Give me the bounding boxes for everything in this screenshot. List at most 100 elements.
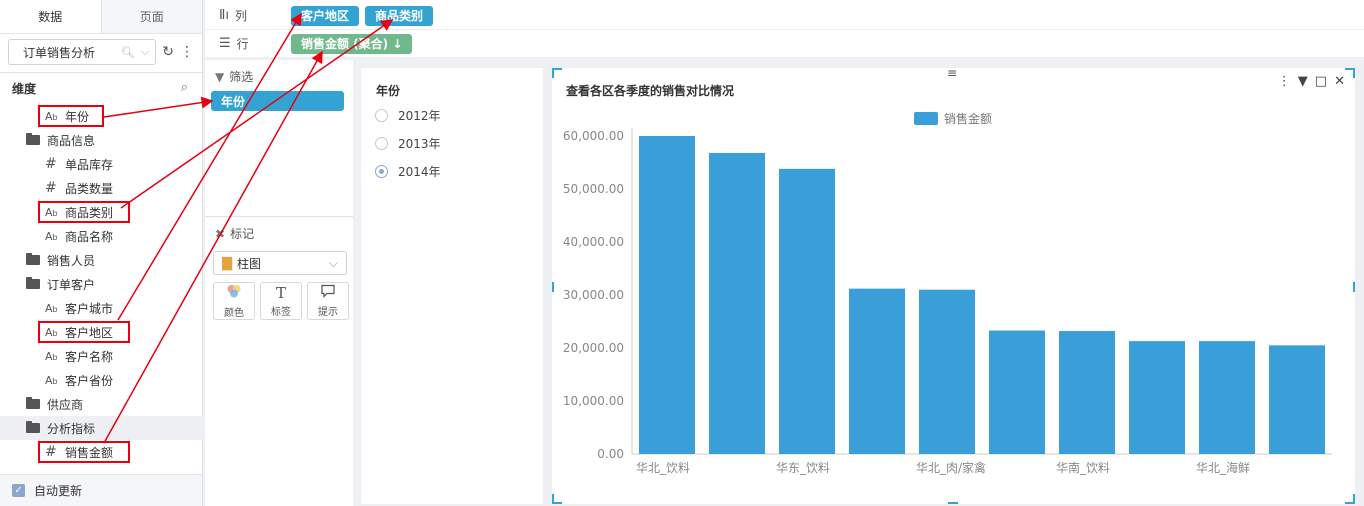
field-item[interactable]: Ab 客户省份 [0, 368, 203, 392]
radio-icon[interactable] [375, 136, 388, 150]
field-item[interactable]: Ab 客户城市 [0, 296, 203, 320]
dataset-select[interactable]: 订单销售分析 🔍︎ ⌵ [8, 39, 157, 65]
rows-icon: ☰ [219, 36, 231, 51]
text-field-icon: Ab [45, 349, 58, 363]
resize-handle[interactable] [1353, 494, 1355, 504]
folder-icon [26, 133, 40, 145]
text-field-icon: Ab [45, 301, 58, 315]
folder-item[interactable]: 销售人员 [0, 248, 203, 272]
more-icon[interactable]: ⋮ [180, 44, 194, 60]
legend-label: 销售金额 [944, 111, 992, 126]
field-label: 客户城市 [65, 301, 114, 316]
rows-shelf[interactable]: ☰ 行 销售金额 (聚合) ↓ [205, 30, 1364, 58]
folder-icon [26, 421, 40, 433]
number-field-icon: # [45, 180, 57, 196]
x-tick-label: 华北_肉/家禽 [916, 460, 986, 475]
row-pill-sales[interactable]: 销售金额 (聚合) ↓ [291, 33, 413, 54]
filter-pill-year[interactable]: 年份 [211, 91, 344, 111]
chevron-down-icon: ⌵ [328, 255, 338, 270]
resize-handle[interactable] [552, 68, 554, 78]
search-icon[interactable]: ⌕ [181, 80, 188, 97]
field-item[interactable]: Ab 商品名称 [0, 224, 203, 248]
resize-handle[interactable] [552, 494, 554, 504]
bar-chart-icon: ▇ [222, 255, 232, 271]
field-label: 供应商 [47, 397, 84, 412]
checkbox-icon[interactable]: ✓ [12, 484, 25, 497]
y-tick-label: 20,000.00 [563, 341, 624, 355]
mark-buttons: 颜色 T 标签 提示 [213, 282, 349, 320]
year-filter-card: 年份 2012年 2013年 2014年 [361, 68, 543, 504]
dataset-name: 订单销售分析 [23, 45, 96, 60]
tooltip-button[interactable]: 提示 [307, 282, 349, 320]
field-item[interactable]: Ab 商品类别 [0, 200, 203, 224]
field-label: 销售人员 [47, 253, 96, 268]
legend-swatch [914, 112, 938, 125]
column-pill-category[interactable]: 商品类别 [365, 5, 434, 26]
highlight-box [38, 105, 104, 127]
resize-handle[interactable] [948, 502, 958, 504]
data-panel: 数据 页面 订单销售分析 🔍︎ ⌵ ↻ ⋮ 维度 ⌕ Ab 年份 商品信息 # 单品库存… [0, 0, 203, 506]
field-item[interactable]: Ab 年份 [0, 104, 203, 128]
tab-data[interactable]: 数据 [0, 0, 101, 33]
mark-type-value: 柱图 [237, 256, 262, 271]
folder-icon [26, 397, 40, 409]
bar [639, 136, 695, 454]
bar [1269, 345, 1325, 454]
radio-selected-icon[interactable] [375, 164, 388, 178]
year-option[interactable]: 2014年 [375, 162, 441, 180]
folder-item[interactable]: 供应商 [0, 392, 203, 416]
highlight-box [38, 201, 130, 223]
filter-marks-panel: ▼ 筛选 年份 ✖ 标记 ▇ 柱图 ⌵ 颜色 T 标签 提示 [205, 60, 353, 506]
field-item[interactable]: Ab 客户地区 [0, 320, 203, 344]
field-item[interactable]: # 单品库存 [0, 152, 203, 176]
field-label: 单品库存 [65, 157, 114, 172]
y-tick-label: 40,000.00 [563, 235, 624, 249]
bar [1199, 341, 1255, 454]
text-field-icon: Ab [45, 373, 58, 387]
highlight-box [38, 441, 130, 463]
resize-handle[interactable] [1353, 68, 1355, 78]
bar [989, 330, 1045, 454]
bar [779, 168, 835, 455]
label-button[interactable]: T 标签 [260, 282, 302, 320]
field-item[interactable]: Ab 客户名称 [0, 344, 203, 368]
folder-item[interactable]: 分析指标 [0, 416, 203, 440]
x-tick-label: 华北_饮料 [636, 461, 690, 475]
field-item[interactable]: # 品类数量 [0, 176, 203, 200]
refresh-icon[interactable]: ↻ [162, 44, 174, 60]
search-icon[interactable]: 🔍︎ [121, 46, 135, 59]
field-item[interactable]: # 销售金额 [0, 440, 203, 464]
tab-page[interactable]: 页面 [100, 0, 202, 33]
year-option[interactable]: 2013年 [375, 134, 441, 152]
folder-item[interactable]: 商品信息 [0, 128, 203, 152]
field-tree: Ab 年份 商品信息 # 单品库存 # 品类数量 Ab 商品类别 Ab 商品名称 销售人员 订单客户 Ab… [0, 104, 203, 464]
divider [0, 72, 202, 73]
year-option[interactable]: 2012年 [375, 106, 441, 124]
chart-card[interactable]: 查看各区各季度的销售对比情况 ⋮ ▼ □ ✕ ≡ 销售金额 0.00 10,000.… [552, 66, 1355, 504]
resize-handle[interactable] [552, 282, 554, 292]
x-tick-label: 华北_海鲜 [1196, 460, 1250, 475]
dimension-title: 维度 [12, 82, 37, 96]
highlight-box [38, 321, 130, 343]
columns-label: Ⅱı 列 [219, 8, 248, 23]
filter-header: ▼ 筛选 [215, 69, 254, 85]
chevron-down-icon[interactable]: ⌵ [141, 45, 149, 59]
radio-icon[interactable] [375, 108, 388, 122]
folder-item[interactable]: 订单客户 [0, 272, 203, 296]
field-label: 客户名称 [65, 349, 114, 364]
shelves: Ⅱı 列 客户地区 商品类别 ☰ 行 销售金额 (聚合) ↓ [205, 0, 1364, 58]
resize-handle[interactable] [1353, 282, 1355, 292]
field-label: 订单客户 [47, 277, 96, 292]
dataset-row: 订单销售分析 🔍︎ ⌵ ↻ ⋮ [8, 39, 194, 65]
auto-update-label: 自动更新 [34, 484, 83, 498]
color-button[interactable]: 颜色 [213, 282, 255, 320]
column-pill-region[interactable]: 客户地区 [291, 5, 360, 26]
mark-type-select[interactable]: ▇ 柱图 ⌵ [213, 251, 347, 275]
auto-update[interactable]: ✓ 自动更新 [0, 474, 202, 506]
color-icon [226, 283, 242, 302]
columns-icon: Ⅱı [219, 8, 230, 23]
bar [709, 152, 765, 454]
bar [849, 288, 905, 454]
folder-icon [26, 277, 40, 289]
columns-shelf[interactable]: Ⅱı 列 客户地区 商品类别 [205, 2, 1364, 30]
